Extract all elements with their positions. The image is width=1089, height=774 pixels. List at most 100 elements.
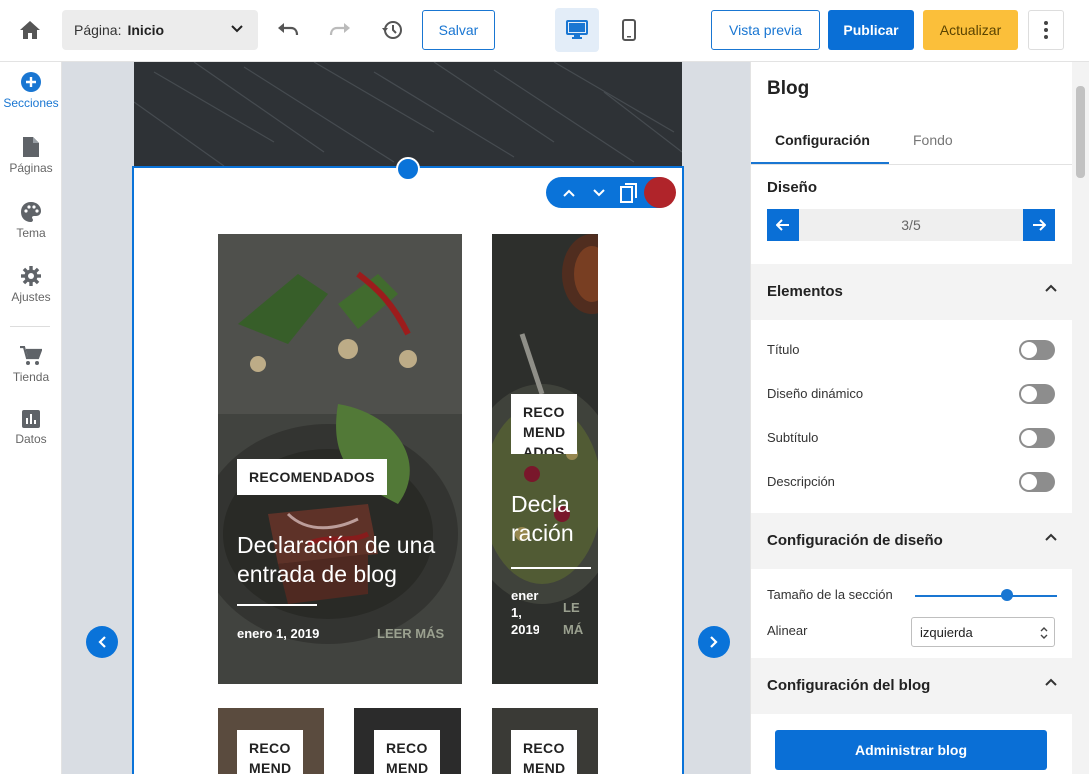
copy-icon [620, 182, 637, 203]
move-down-button[interactable] [584, 177, 614, 208]
add-circle-icon [21, 72, 41, 92]
blog-settings-header[interactable]: Configuración del blog [751, 658, 1072, 714]
chevron-right-icon [710, 636, 718, 648]
blog-card-4-badge: RECO MEND [374, 730, 441, 774]
blog-card-2-badge: RECO MEND ADOS [511, 394, 578, 454]
publish-button[interactable]: Publicar [828, 10, 914, 50]
elements-header-label: Elementos [767, 283, 843, 300]
scrollbar-thumb[interactable] [1076, 86, 1085, 178]
element-dynamic-design-toggle[interactable] [1019, 384, 1055, 404]
chevron-up-icon [1045, 678, 1057, 686]
hero-image [134, 62, 682, 166]
nav-item-pages[interactable]: Páginas [0, 137, 62, 197]
blog-settings-header-label: Configuración del blog [767, 677, 931, 694]
cart-icon [20, 346, 42, 365]
redo-icon [329, 23, 350, 36]
layout-settings-header-label: Configuración de diseño [767, 532, 943, 549]
tab-configuration[interactable]: Configuración [775, 132, 870, 148]
element-subtitle-label: Subtítulo [767, 430, 819, 445]
align-select[interactable]: izquierda [911, 617, 1055, 647]
blog-card-2[interactable]: RECO MEND ADOS Decla ración ener 1, 2019… [492, 234, 598, 684]
gear-icon [21, 266, 41, 286]
section-size-label: Tamaño de la sección [767, 587, 893, 602]
editor-canvas: RECOMENDADOS Declaración de una entrada … [62, 62, 750, 774]
delete-section-button[interactable] [644, 177, 676, 208]
redo-button[interactable] [320, 10, 360, 50]
blog-card-2-divider [511, 567, 591, 569]
blog-section[interactable]: RECOMENDADOS Declaración de una entrada … [132, 166, 684, 774]
chevron-up-icon [563, 189, 575, 197]
design-prev-button[interactable] [767, 209, 799, 241]
panel-scrollbar[interactable] [1072, 62, 1089, 774]
mobile-view-button[interactable] [609, 10, 649, 50]
desktop-icon [566, 20, 588, 39]
element-title-toggle[interactable] [1019, 340, 1055, 360]
blog-card-5-badge: RECO MEND [511, 730, 578, 774]
blog-card-5[interactable]: RECO MEND [492, 708, 598, 774]
preview-button[interactable]: Vista previa [711, 10, 820, 50]
home-icon [20, 21, 40, 39]
save-button[interactable]: Salvar [422, 10, 495, 50]
design-next-button[interactable] [1023, 209, 1055, 241]
left-sidebar: Secciones Páginas Tema Ajustes Tienda Da… [0, 62, 62, 774]
page-icon [23, 137, 39, 157]
carousel-next-button[interactable] [698, 626, 730, 658]
desktop-view-button[interactable] [555, 8, 599, 52]
update-button[interactable]: Actualizar [923, 10, 1018, 50]
move-up-button[interactable] [554, 177, 584, 208]
nav-divider [10, 326, 50, 327]
nav-label-data: Datos [15, 432, 47, 446]
blog-card-1-read-more[interactable]: LEER MÁS [377, 626, 444, 641]
blog-card-1-title: Declaración de una entrada de blog [237, 532, 436, 587]
align-select-value: izquierda [920, 625, 973, 640]
arrow-left-icon [776, 219, 789, 231]
chart-icon [22, 410, 40, 428]
history-icon [382, 21, 402, 39]
chevron-up-icon [1045, 284, 1057, 292]
page-select[interactable]: Página: Inicio [62, 10, 258, 50]
chevron-down-icon [593, 188, 605, 196]
blog-card-1-divider [237, 604, 317, 606]
undo-icon [278, 23, 299, 36]
mobile-icon [622, 19, 636, 41]
section-size-slider[interactable] [915, 595, 1057, 597]
nav-item-settings[interactable]: Ajustes [0, 266, 62, 326]
history-button[interactable] [372, 10, 412, 50]
manage-blog-button[interactable]: Administrar blog [775, 730, 1047, 770]
blog-card-1[interactable]: RECOMENDADOS Declaración de una entrada … [218, 234, 462, 684]
duplicate-button[interactable] [614, 177, 644, 208]
tabs-divider [751, 164, 1072, 165]
layout-settings-header[interactable]: Configuración de diseño [751, 513, 1072, 569]
updown-icon [1040, 627, 1048, 639]
nav-item-store[interactable]: Tienda [0, 346, 62, 406]
tab-background[interactable]: Fondo [913, 132, 953, 148]
design-stepper: 3/5 [767, 209, 1055, 241]
align-label: Alinear [767, 623, 808, 638]
hero-texture [134, 62, 682, 166]
nav-item-sections[interactable]: Secciones [0, 72, 62, 132]
more-options-button[interactable] [1028, 10, 1064, 50]
elements-header[interactable]: Elementos [751, 264, 1072, 320]
undo-button[interactable] [268, 10, 308, 50]
element-subtitle-toggle[interactable] [1019, 428, 1055, 448]
design-label: Diseño [767, 179, 818, 196]
chevron-up-icon [1045, 533, 1057, 541]
palette-icon [21, 202, 41, 222]
element-description-toggle[interactable] [1019, 472, 1055, 492]
carousel-prev-button[interactable] [86, 626, 118, 658]
blog-card-2-read-more[interactable]: LE MÁ [563, 597, 583, 641]
section-size-slider-handle[interactable] [1001, 589, 1014, 601]
element-title-label: Título [767, 342, 800, 357]
element-dynamic-design-label: Diseño dinámico [767, 386, 864, 401]
nav-label-sections: Secciones [3, 96, 59, 110]
blog-card-3[interactable]: RECO MEND [218, 708, 324, 774]
design-value: 3/5 [901, 217, 921, 233]
blog-card-2-title: Decla ración [511, 491, 574, 546]
arrow-right-icon [1033, 219, 1046, 231]
section-toolbar [546, 177, 676, 208]
nav-item-data[interactable]: Datos [0, 410, 62, 470]
section-drag-handle[interactable] [396, 157, 420, 181]
nav-item-theme[interactable]: Tema [0, 202, 62, 262]
blog-card-4[interactable]: RECO MEND [354, 708, 461, 774]
home-button[interactable] [10, 10, 50, 50]
